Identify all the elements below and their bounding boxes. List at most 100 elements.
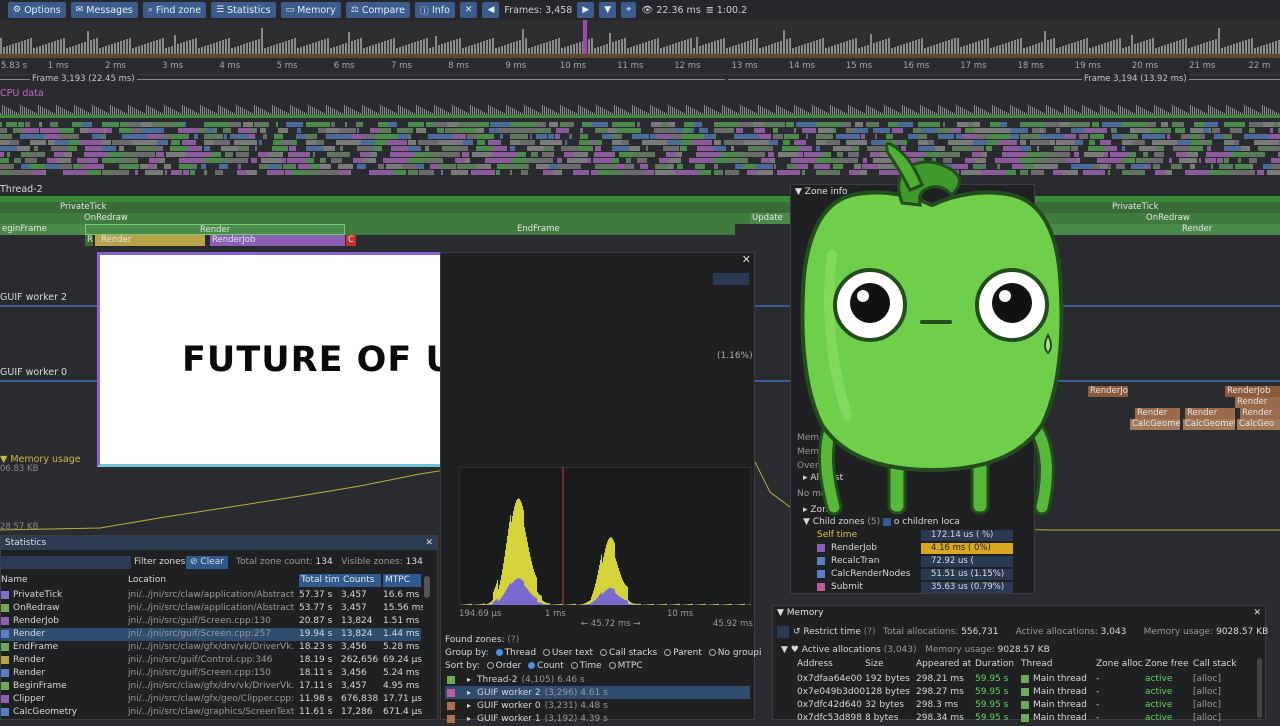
time-ruler[interactable]: 5.83 s1 ms2 ms3 ms4 ms5 ms6 ms7 ms8 ms9 … xyxy=(0,58,1280,75)
worker-2-label[interactable]: GUIF worker 2 xyxy=(0,292,67,303)
found-zone-group[interactable]: ▸GUIF worker 1(3,192) 4.39 s xyxy=(445,712,750,725)
found-zone-group[interactable]: ▸GUIF worker 0(3,231) 4.48 s xyxy=(445,699,750,712)
col-name[interactable]: Name xyxy=(1,574,121,587)
statistics-button[interactable]: ☰Statistics xyxy=(211,2,276,18)
memory-scrollbar[interactable] xyxy=(1257,658,1262,718)
found-zone-group[interactable]: ▸GUIF worker 2(3,296) 4.61 s xyxy=(445,686,750,699)
memory-close-icon[interactable]: ✕ xyxy=(1253,606,1261,620)
table-row[interactable]: PrivateTickjni/../jni/src/claw/applicati… xyxy=(1,589,421,602)
memory-row[interactable]: 0x7dfc42d64032 bytes298.3 ms59.95 sMain … xyxy=(773,699,1253,712)
group-thread-radio[interactable] xyxy=(496,649,503,656)
zone-update[interactable]: Update xyxy=(750,213,790,224)
frame-b-label[interactable]: Frame 3,194 (13.92 ms) xyxy=(1082,74,1189,84)
sort-order-label[interactable]: Order xyxy=(496,661,522,671)
thread-2-label[interactable]: Thread-2 xyxy=(0,184,43,195)
memory-column-header[interactable]: Thread xyxy=(1021,659,1052,669)
compare-button[interactable]: ⚖Compare xyxy=(346,2,410,18)
memory-column-header[interactable]: Size xyxy=(865,659,883,669)
zone-render-2[interactable]: Render xyxy=(95,235,205,246)
find-zone-close-icon[interactable]: ✕ xyxy=(742,253,751,266)
frame-graph[interactable] xyxy=(0,20,1280,58)
memory-row[interactable]: 0x7e049b3d00128 bytes298.27 ms59.95 sMai… xyxy=(773,686,1253,699)
zone-r[interactable]: R xyxy=(85,235,93,246)
zone-calcgeom-right-1[interactable]: CalcGeome xyxy=(1130,419,1180,430)
worker-0-label[interactable]: GUIF worker 0 xyxy=(0,367,67,378)
cpu-data-label[interactable]: CPU data xyxy=(0,88,44,99)
col-counts[interactable]: Counts xyxy=(341,574,381,587)
messages-button[interactable]: ✉Messages xyxy=(71,2,138,18)
memory-column-header[interactable]: Zone free xyxy=(1145,659,1189,669)
child-zone-row[interactable]: Submit35.63 us (0.79%) xyxy=(817,581,1027,594)
sort-mtpc-radio[interactable] xyxy=(609,662,616,669)
col-location[interactable]: Location xyxy=(128,574,293,587)
found-zone-group[interactable]: ▸Thread-2(4,105) 6.46 s xyxy=(445,673,750,686)
memory-column-header[interactable]: Appeared at xyxy=(916,659,971,669)
found-zones-help[interactable]: (?) xyxy=(507,635,519,645)
zone-render-job[interactable]: RenderJob xyxy=(210,235,345,246)
statistics-close-icon[interactable]: ✕ xyxy=(425,536,433,550)
zone-private-tick[interactable]: PrivateTick xyxy=(0,202,800,213)
table-row[interactable]: Renderjni/../jni/src/guif/Control.cpp:34… xyxy=(1,654,421,667)
active-allocations-row[interactable]: ▼ ♥ Active allocations (3,043) Memory us… xyxy=(781,645,1050,655)
sort-count-label[interactable]: Count xyxy=(537,661,564,671)
table-row[interactable]: BeginFramejni/../jni/src/claw/gfx/drv/vk… xyxy=(1,680,421,693)
zone-render-right-6[interactable]: Render xyxy=(1240,408,1280,419)
zone-render[interactable]: Render xyxy=(85,224,345,235)
table-row[interactable]: Renderjni/../jni/src/guif/Screen.cpp:257… xyxy=(1,628,421,641)
zone-c[interactable]: C xyxy=(346,235,356,246)
group-parent-label[interactable]: Parent xyxy=(673,648,702,658)
group-callstacks-radio[interactable] xyxy=(600,649,607,656)
next-frame-button[interactable]: ▶ xyxy=(577,2,594,18)
info-button[interactable]: ⓘInfo xyxy=(415,2,455,18)
table-row[interactable]: CalcGeometryjni/../jni/src/claw/graphics… xyxy=(1,706,421,719)
zone-render-right-3[interactable]: Render xyxy=(1235,397,1280,408)
zone-on-redraw[interactable]: OnRedraw xyxy=(0,213,800,224)
group-thread-label[interactable]: Thread xyxy=(505,648,536,658)
tools-button[interactable]: ✕ xyxy=(460,2,478,18)
memory-row[interactable]: 0x7dfaa64e00192 bytes298.21 ms59.95 sMai… xyxy=(773,673,1253,686)
zone-render-right-5[interactable]: Render xyxy=(1185,408,1235,419)
group-nogroup-label[interactable]: No groupi xyxy=(718,648,762,658)
frame-dropdown-button[interactable]: ▼ xyxy=(599,2,616,18)
restrict-time-help[interactable]: (?) xyxy=(864,627,876,637)
table-row[interactable]: RenderJobjni/../jni/src/guif/Screen.cpp:… xyxy=(1,615,421,628)
find-zone-button[interactable]: ⌕Find zone xyxy=(143,2,206,18)
filter-zones-input[interactable] xyxy=(1,556,131,569)
group-nogroup-radio[interactable] xyxy=(709,649,716,656)
zone-renderjob-right[interactable]: RenderJob xyxy=(1225,386,1280,397)
sort-mtpc-label[interactable]: MTPC xyxy=(618,661,643,671)
zone-end-frame[interactable]: EndFrame xyxy=(345,224,735,235)
prev-frame-button[interactable]: ◀ xyxy=(482,2,499,18)
options-button[interactable]: ⚙Options xyxy=(8,2,66,18)
memory-header[interactable]: ▼ Memory✕ xyxy=(773,606,1265,620)
zone-begin-frame[interactable]: eginFrame xyxy=(0,224,85,235)
zone-render-right-4[interactable]: Render xyxy=(1135,408,1180,419)
memory-button[interactable]: ▭Memory xyxy=(281,2,341,18)
statistics-header[interactable]: Statistics✕ xyxy=(1,536,437,550)
sort-count-radio[interactable] xyxy=(528,662,535,669)
sort-time-label[interactable]: Time xyxy=(580,661,602,671)
group-parent-radio[interactable] xyxy=(664,649,671,656)
table-row[interactable]: EndFramejni/../jni/src/claw/gfx/drv/vk/D… xyxy=(1,641,421,654)
col-total-time[interactable]: Total tim xyxy=(299,574,341,587)
child-zone-row[interactable]: RecalcTran72.92 us ( xyxy=(817,555,1027,568)
table-row[interactable]: Clipperjni/../jni/src/claw/gfx/geo/Clipp… xyxy=(1,693,421,706)
memory-row[interactable]: 0x7dfc53d8988 bytes298.34 ms59.95 sMain … xyxy=(773,712,1253,725)
restrict-time-checkbox[interactable] xyxy=(777,626,789,638)
group-usertext-radio[interactable] xyxy=(543,649,550,656)
sort-order-radio[interactable] xyxy=(487,662,494,669)
col-mtpc[interactable]: MTPC xyxy=(383,574,421,587)
child-zone-row[interactable]: RenderJob4.16 ms ( 0%) xyxy=(817,542,1027,555)
frame-a-label[interactable]: Frame 3,193 (22.45 ms) xyxy=(30,74,137,84)
find-zone-input[interactable] xyxy=(713,273,749,285)
zone-render-right-2[interactable]: RenderJob xyxy=(1088,386,1128,397)
child-zone-row[interactable]: CalcRenderNodes51.51 us (1.15%) xyxy=(817,568,1027,581)
table-row[interactable]: OnRedrawjni/../jni/src/claw/application/… xyxy=(1,602,421,615)
memory-column-header[interactable]: Address xyxy=(797,659,833,669)
clear-button[interactable]: ⊘ Clear xyxy=(186,556,228,569)
memory-column-header[interactable]: Call stack xyxy=(1193,659,1237,669)
sort-time-radio[interactable] xyxy=(571,662,578,669)
zone-calcgeom-right-2[interactable]: CalcGeomet xyxy=(1183,419,1235,430)
table-row[interactable]: Renderjni/../jni/src/guif/Screen.cpp:150… xyxy=(1,667,421,680)
memory-column-header[interactable]: Duration xyxy=(975,659,1014,669)
